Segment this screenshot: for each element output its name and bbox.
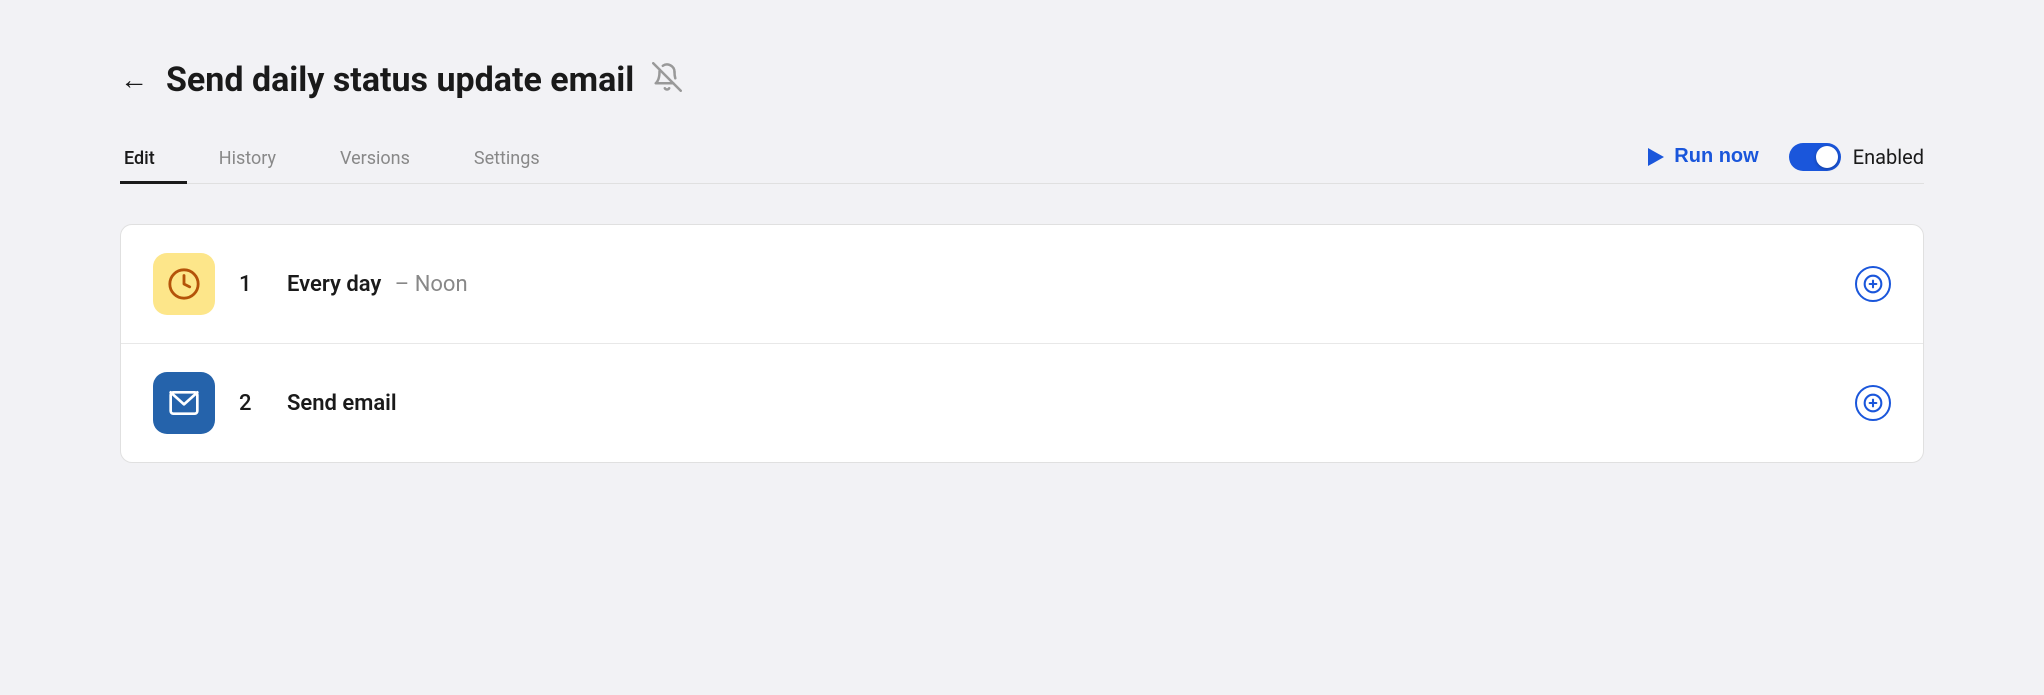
step-1-number: 1 <box>239 272 263 297</box>
step-1-label: Every day – Noon <box>287 272 1831 297</box>
clock-step-icon <box>153 253 215 315</box>
tab-group: Edit History Versions Settings <box>120 136 572 183</box>
tab-settings[interactable]: Settings <box>442 136 572 184</box>
step-2-label: Send email <box>287 391 1831 416</box>
notification-bell-icon[interactable] <box>652 62 682 99</box>
tab-history[interactable]: History <box>187 136 308 184</box>
workflow-list: 1 Every day – Noon 2 Send email <box>120 224 1924 463</box>
enabled-toggle-label[interactable]: Enabled <box>1789 143 1924 171</box>
toggle-slider <box>1789 143 1841 171</box>
tabs-bar: Edit History Versions Settings Run now E… <box>120 136 1924 184</box>
action-bar: Run now Enabled <box>1648 143 1924 177</box>
add-step-2-button[interactable] <box>1855 385 1891 421</box>
add-step-1-button[interactable] <box>1855 266 1891 302</box>
table-row: 2 Send email <box>121 344 1923 462</box>
step-2-number: 2 <box>239 391 263 416</box>
email-step-icon <box>153 372 215 434</box>
enabled-label-text: Enabled <box>1853 145 1924 169</box>
enabled-toggle[interactable] <box>1789 143 1841 171</box>
play-icon <box>1648 148 1664 166</box>
run-now-label: Run now <box>1674 145 1758 168</box>
back-button[interactable]: ← <box>120 66 148 94</box>
run-now-button[interactable]: Run now <box>1648 145 1758 168</box>
table-row: 1 Every day – Noon <box>121 225 1923 344</box>
tab-versions[interactable]: Versions <box>308 136 442 184</box>
page-title: Send daily status update email <box>166 60 634 100</box>
tab-edit[interactable]: Edit <box>120 136 187 184</box>
step-1-sublabel: – Noon <box>395 272 468 297</box>
